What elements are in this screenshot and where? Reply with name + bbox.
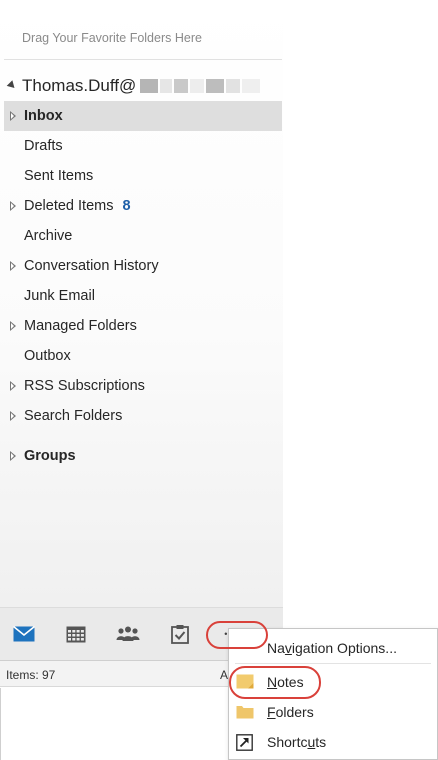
expand-arrow-icon[interactable]: [10, 451, 16, 461]
menu-label-post: olders: [275, 704, 314, 720]
folder-inbox[interactable]: Inbox: [4, 101, 282, 131]
groups-label: Groups: [24, 448, 76, 464]
folder-drafts[interactable]: Drafts: [4, 131, 282, 161]
account-header[interactable]: Thomas.Duff@: [6, 75, 261, 97]
expand-arrow-icon[interactable]: [10, 321, 16, 331]
folder-label: Deleted Items: [24, 198, 114, 214]
folder-label: Conversation History: [24, 258, 159, 274]
status-fragment: A: [220, 668, 229, 682]
menu-label-pre: Shortc: [267, 734, 308, 750]
menu-accelerator: F: [267, 704, 276, 720]
menu-label-post: igation Options...: [291, 640, 397, 656]
folder-label: Sent Items: [24, 168, 94, 184]
favorites-divider: [4, 59, 282, 60]
folder-sent-items[interactable]: Sent Items: [4, 161, 282, 191]
folder-archive[interactable]: Archive: [4, 221, 282, 251]
highlight-notes: [229, 666, 321, 699]
folder-label: Drafts: [24, 138, 63, 154]
expand-arrow-icon[interactable]: [10, 261, 16, 271]
redacted-email-domain: [138, 79, 261, 93]
menu-label-pre: Na: [267, 640, 285, 656]
folder-managed-folders[interactable]: Managed Folders: [4, 311, 282, 341]
folder-pane: Drag Your Favorite Folders Here Thomas.D…: [0, 0, 283, 607]
folder-conversation-history[interactable]: Conversation History: [4, 251, 282, 281]
folder-outbox[interactable]: Outbox: [4, 341, 282, 371]
expand-arrow-icon[interactable]: [10, 411, 16, 421]
calendar-icon[interactable]: [63, 621, 89, 647]
favorites-drop-hint: Drag Your Favorite Folders Here: [22, 31, 202, 45]
people-icon[interactable]: [115, 621, 141, 647]
folder-rss-subscriptions[interactable]: RSS Subscriptions: [4, 371, 282, 401]
folder-label: Managed Folders: [24, 318, 137, 334]
item-count: Items: 97: [6, 668, 56, 682]
folder-deleted-items[interactable]: Deleted Items 8: [4, 191, 282, 221]
menu-label-post: ts: [315, 734, 327, 750]
pane-border: [0, 688, 1, 760]
menu-item-folders[interactable]: Folders: [229, 698, 437, 726]
expand-arrow-icon[interactable]: [10, 111, 16, 121]
highlight-more-options: [206, 621, 268, 649]
menu-item-shortcuts[interactable]: Shortcuts: [229, 728, 437, 756]
groups-header[interactable]: Groups: [4, 441, 282, 471]
mail-icon[interactable]: [11, 621, 37, 647]
folder-label: Outbox: [24, 348, 71, 364]
folder-label: Archive: [24, 228, 73, 244]
collapse-arrow-icon[interactable]: [6, 80, 18, 91]
folder-label: Search Folders: [24, 408, 123, 424]
folder-list: Inbox Drafts Sent Items Deleted Items 8 A…: [4, 101, 282, 431]
account-name: Thomas.Duff@: [22, 76, 137, 95]
menu-separator: [235, 663, 431, 664]
folder-label: Junk Email: [24, 288, 95, 304]
folder-label: RSS Subscriptions: [24, 378, 145, 394]
folder-label: Inbox: [24, 108, 63, 124]
folders-icon: [236, 704, 254, 722]
folder-search-folders[interactable]: Search Folders: [4, 401, 282, 431]
unread-count: 8: [122, 198, 131, 214]
expand-arrow-icon[interactable]: [10, 201, 16, 211]
tasks-icon[interactable]: [167, 621, 193, 647]
shortcuts-icon: [236, 734, 253, 754]
expand-arrow-icon[interactable]: [10, 381, 16, 391]
menu-accelerator: v: [284, 640, 292, 656]
folder-junk-email[interactable]: Junk Email: [4, 281, 282, 311]
